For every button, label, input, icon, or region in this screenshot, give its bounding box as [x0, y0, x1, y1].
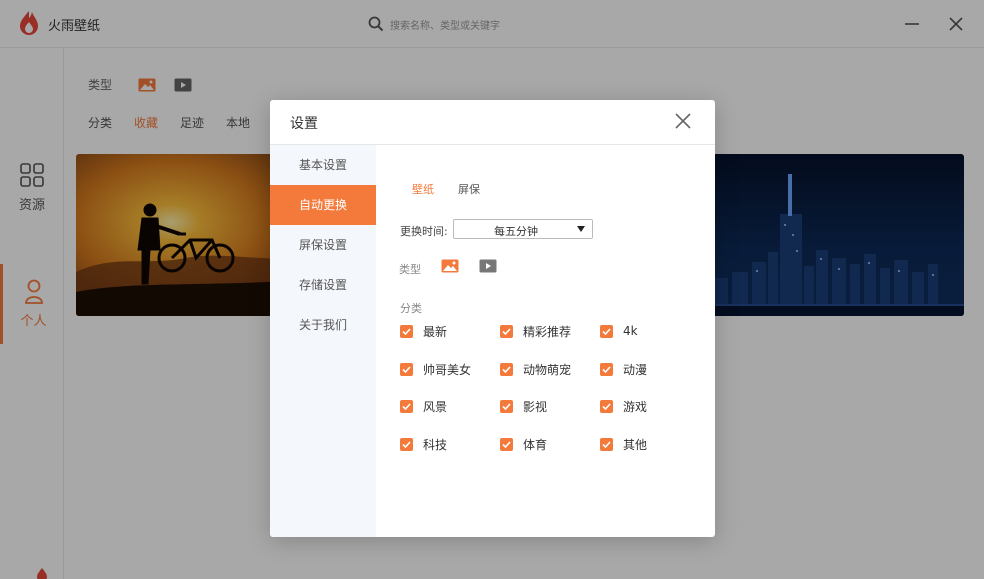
category-label-text: 游戏: [623, 399, 648, 414]
sidebar-item-basic[interactable]: 基本设置: [270, 145, 376, 185]
checkbox-checked-icon: [600, 437, 613, 451]
dialog-header: 设置: [270, 100, 715, 145]
category-label-text: 4k: [623, 324, 638, 338]
checkbox-checked-icon: [400, 324, 413, 338]
settings-sidebar: 基本设置 自动更换 屏保设置 存储设置 关于我们: [270, 145, 376, 537]
dialog-type-label: 类型: [399, 263, 421, 276]
checkbox-checked-icon: [500, 324, 513, 338]
sidebar-item-screensaver[interactable]: 屏保设置: [270, 225, 376, 265]
category-label-text: 精彩推荐: [523, 324, 572, 339]
close-icon[interactable]: [674, 112, 692, 130]
category-label-text: 帅哥美女: [423, 362, 472, 377]
interval-select[interactable]: 每五分钟: [453, 219, 593, 239]
tab-screensaver[interactable]: 屏保: [458, 181, 480, 197]
checkbox-checked-icon: [400, 362, 413, 376]
category-checkbox[interactable]: 其他: [600, 436, 647, 452]
checkbox-checked-icon: [400, 399, 413, 413]
checkbox-checked-icon: [500, 362, 513, 376]
checkbox-checked-icon: [500, 399, 513, 413]
interval-value: 每五分钟: [494, 225, 538, 238]
category-checkbox[interactable]: 体育: [500, 436, 547, 452]
sidebar-item-about[interactable]: 关于我们: [270, 305, 376, 345]
category-label-text: 体育: [523, 437, 548, 452]
checkbox-checked-icon: [500, 437, 513, 451]
dialog-title: 设置: [290, 116, 318, 132]
checkbox-checked-icon: [400, 437, 413, 451]
interval-label: 更换时间:: [400, 225, 448, 238]
category-label-text: 最新: [423, 324, 448, 339]
category-label-text: 动漫: [623, 362, 648, 377]
category-checkbox[interactable]: 游戏: [600, 398, 647, 414]
category-checkbox[interactable]: 影视: [500, 398, 547, 414]
checkbox-checked-icon: [600, 324, 613, 338]
settings-dialog: 设置 基本设置 自动更换 屏保设置 存储设置 关于我们 壁纸 屏保 更换时间: …: [270, 100, 715, 537]
video-type-icon[interactable]: [479, 259, 497, 273]
sidebar-item-auto-change[interactable]: 自动更换: [270, 185, 376, 225]
category-label-text: 风景: [423, 399, 448, 414]
category-label-text: 科技: [423, 437, 448, 452]
checkbox-checked-icon: [600, 362, 613, 376]
category-label-text: 其他: [623, 437, 648, 452]
sidebar-item-storage[interactable]: 存储设置: [270, 265, 376, 305]
category-checkbox[interactable]: 动物萌宠: [500, 361, 571, 377]
dropdown-arrow-icon: [577, 226, 585, 232]
checkbox-checked-icon: [600, 399, 613, 413]
image-type-icon[interactable]: [441, 259, 459, 273]
category-label-text: 影视: [523, 399, 548, 414]
category-checkbox[interactable]: 4k: [600, 323, 638, 339]
category-label-text: 动物萌宠: [523, 362, 572, 377]
tab-wallpaper[interactable]: 壁纸: [412, 181, 434, 197]
sub-tabs: 壁纸 屏保: [412, 181, 504, 197]
settings-body: 壁纸 屏保: [376, 145, 715, 537]
category-checkbox[interactable]: 风景: [400, 398, 447, 414]
category-checkbox[interactable]: 帅哥美女: [400, 361, 471, 377]
category-checkbox[interactable]: 科技: [400, 436, 447, 452]
category-checkbox[interactable]: 精彩推荐: [500, 323, 571, 339]
category-checkbox[interactable]: 最新: [400, 323, 447, 339]
category-checkbox[interactable]: 动漫: [600, 361, 647, 377]
category-label: 分类: [400, 302, 422, 315]
